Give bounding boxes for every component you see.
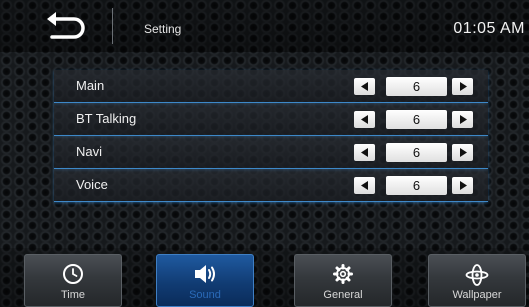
right-arrow-icon — [459, 115, 467, 124]
nav-label: Time — [60, 289, 86, 301]
clock: 01:05 AM — [453, 20, 525, 37]
setting-label: Voice — [76, 177, 108, 192]
sound-settings-panel: Main 6 BT Talking 6 Navi 6 Voice 6 — [54, 70, 488, 202]
left-arrow-icon — [360, 115, 368, 124]
top-bar: Setting 01:05 AM — [0, 0, 529, 52]
setting-row-voice: Voice 6 — [54, 169, 488, 202]
left-arrow-icon — [360, 148, 368, 157]
decrease-button[interactable] — [354, 144, 375, 161]
clock-icon — [63, 264, 83, 284]
increase-button[interactable] — [452, 144, 473, 161]
header-divider — [112, 8, 113, 44]
gear-icon — [333, 264, 353, 284]
setting-label: BT Talking — [76, 111, 137, 126]
increase-button[interactable] — [452, 177, 473, 194]
nav-general-button[interactable]: General — [294, 254, 392, 307]
setting-label: Navi — [76, 144, 103, 159]
bottom-nav: Time Sound General Wallpaper — [0, 248, 529, 307]
setting-row-navi: Navi 6 — [54, 136, 488, 169]
decrease-button[interactable] — [354, 111, 375, 128]
page-title: Setting — [144, 22, 182, 36]
increase-button[interactable] — [452, 78, 473, 95]
decrease-button[interactable] — [354, 78, 375, 95]
nav-label: Wallpaper — [452, 289, 502, 301]
nav-label: Sound — [189, 289, 221, 301]
setting-row-bt-talking: BT Talking 6 — [54, 103, 488, 136]
nav-time-button[interactable]: Time — [24, 254, 122, 307]
left-arrow-icon — [360, 181, 368, 190]
wallpaper-icon — [465, 264, 489, 286]
left-arrow-icon — [360, 82, 368, 91]
right-arrow-icon — [459, 181, 467, 190]
back-button[interactable] — [30, 8, 102, 44]
setting-row-main: Main 6 — [54, 70, 488, 103]
setting-value: 6 — [386, 110, 447, 129]
nav-sound-button[interactable]: Sound — [156, 254, 254, 307]
right-arrow-icon — [459, 82, 467, 91]
nav-label: General — [323, 289, 363, 301]
increase-button[interactable] — [452, 111, 473, 128]
nav-wallpaper-button[interactable]: Wallpaper — [428, 254, 526, 307]
setting-value: 6 — [386, 176, 447, 195]
decrease-button[interactable] — [354, 177, 375, 194]
back-arrow-icon — [47, 12, 85, 39]
setting-label: Main — [76, 78, 105, 93]
setting-value: 6 — [386, 143, 447, 162]
setting-value: 6 — [386, 77, 447, 96]
right-arrow-icon — [459, 148, 467, 157]
speaker-icon — [195, 265, 215, 283]
